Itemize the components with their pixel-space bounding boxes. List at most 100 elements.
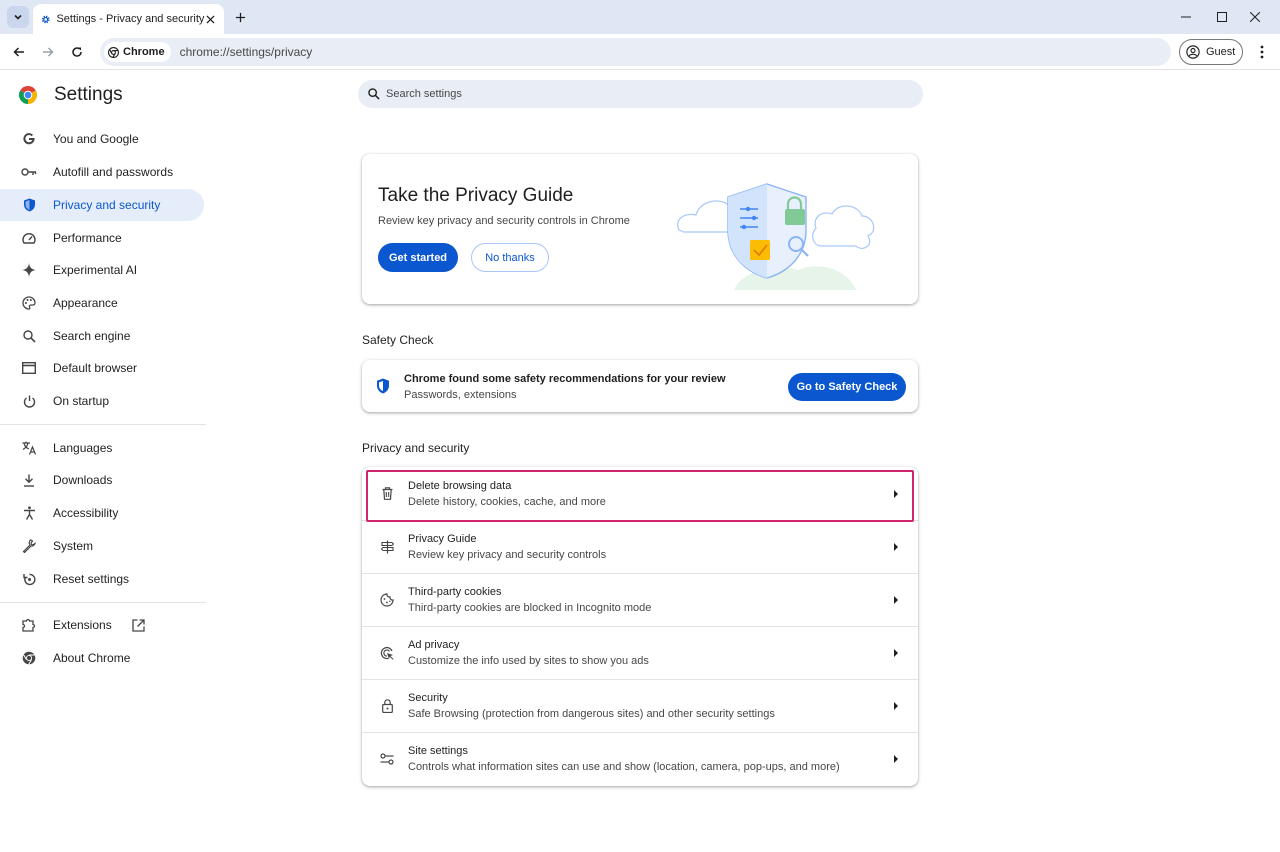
minimize-icon <box>1181 16 1191 18</box>
site-settings-row[interactable]: Site settings Controls what information … <box>362 732 918 785</box>
row-title: Third-party cookies <box>408 586 502 598</box>
ad-privacy-row[interactable]: Ad privacy Customize the info used by si… <box>362 626 918 679</box>
sidebar-item-label: Reset settings <box>53 572 130 586</box>
sidebar-item-label: Languages <box>53 441 113 455</box>
active-tab[interactable]: Settings - Privacy and security <box>33 4 224 34</box>
accessibility-icon <box>20 504 38 522</box>
sidebar-item-extensions[interactable]: Extensions <box>0 609 204 641</box>
ad-target-icon <box>379 645 395 661</box>
sidebar-item-downloads[interactable]: Downloads <box>0 464 204 496</box>
arrow-right-icon <box>894 755 898 763</box>
palette-icon <box>20 294 38 312</box>
safety-check-heading: Safety Check <box>362 333 434 347</box>
sidebar-item-privacy[interactable]: Privacy and security <box>0 189 204 221</box>
puzzle-icon <box>20 616 38 634</box>
chrome-icon <box>108 46 119 58</box>
safety-check-subtitle: Passwords, extensions <box>404 389 517 401</box>
profile-button[interactable]: Guest <box>1179 39 1243 65</box>
sidebar-item-languages[interactable]: Languages <box>0 432 204 464</box>
site-info-chip[interactable]: Chrome <box>104 42 171 62</box>
browser-window-icon <box>20 359 38 377</box>
sidebar-item-label: Privacy and security <box>53 198 161 212</box>
account-icon <box>1186 45 1200 59</box>
sidebar-divider <box>0 424 206 425</box>
arrow-right-icon <box>894 649 898 657</box>
reload-button[interactable] <box>66 41 88 63</box>
site-chip-label: Chrome <box>123 46 165 58</box>
reload-icon <box>72 47 82 57</box>
sidebar-item-performance[interactable]: Performance <box>0 222 204 254</box>
go-to-safety-check-button[interactable]: Go to Safety Check <box>788 373 906 401</box>
address-bar[interactable]: Chrome chrome://settings/privacy <box>100 38 1171 66</box>
minimize-button[interactable] <box>1174 5 1198 29</box>
sidebar-item-label: On startup <box>53 394 110 408</box>
sparkle-icon <box>20 261 38 279</box>
sidebar-divider <box>0 602 206 603</box>
window-close-button[interactable] <box>1243 5 1267 29</box>
open-in-new-icon <box>132 618 145 632</box>
row-title: Ad privacy <box>408 639 460 651</box>
sidebar-item-label: You and Google <box>53 132 139 146</box>
maximize-button[interactable] <box>1210 5 1234 29</box>
signpost-icon <box>379 539 395 555</box>
tab-close-button[interactable] <box>204 11 216 27</box>
settings-header: Settings <box>18 84 123 106</box>
google-g-icon <box>20 130 38 148</box>
no-thanks-button[interactable]: No thanks <box>471 243 549 272</box>
settings-search-box[interactable] <box>358 80 923 108</box>
key-icon <box>20 163 38 181</box>
download-icon <box>20 471 38 489</box>
sidebar-item-label: System <box>53 539 94 553</box>
close-icon <box>206 14 215 24</box>
sidebar-item-appearance[interactable]: Appearance <box>0 287 204 319</box>
sidebar-item-label: About Chrome <box>53 651 131 665</box>
wrench-icon <box>20 537 38 555</box>
sidebar-item-label: Search engine <box>53 329 131 343</box>
sidebar-item-system[interactable]: System <box>0 530 204 562</box>
search-input[interactable] <box>386 88 886 100</box>
tune-icon <box>379 751 395 767</box>
privacy-guide-row[interactable]: Privacy Guide Review key privacy and sec… <box>362 520 918 573</box>
sidebar-item-about-chrome[interactable]: About Chrome <box>0 642 204 674</box>
sidebar-item-you-and-google[interactable]: You and Google <box>0 123 204 155</box>
row-title: Privacy Guide <box>408 533 477 545</box>
sidebar-item-default-browser[interactable]: Default browser <box>0 352 204 384</box>
cookie-icon <box>379 592 395 608</box>
sidebar-item-autofill[interactable]: Autofill and passwords <box>0 156 204 188</box>
row-subtitle: Controls what information sites can use … <box>408 761 840 773</box>
tab-title: Settings - Privacy and security <box>56 13 205 25</box>
sidebar-item-label: Default browser <box>53 361 138 375</box>
tab-search-button[interactable] <box>7 6 29 28</box>
delete-browsing-data-row[interactable]: Delete browsing data Delete history, coo… <box>362 467 918 520</box>
title-bar: Settings - Privacy and security <box>0 0 1280 34</box>
row-subtitle: Customize the info used by sites to show… <box>408 655 649 667</box>
row-subtitle: Third-party cookies are blocked in Incog… <box>408 602 652 614</box>
search-icon <box>20 327 38 345</box>
sidebar-item-reset-settings[interactable]: Reset settings <box>0 563 204 595</box>
url-text[interactable]: chrome://settings/privacy <box>180 45 313 59</box>
get-started-button[interactable]: Get started <box>378 243 458 272</box>
new-tab-button[interactable] <box>230 7 250 27</box>
row-title: Security <box>408 692 448 704</box>
row-subtitle: Delete history, cookies, cache, and more <box>408 495 606 508</box>
sidebar-item-experimental-ai[interactable]: Experimental AI <box>0 254 204 286</box>
sidebar-item-label: Experimental AI <box>53 263 138 277</box>
forward-button[interactable] <box>37 41 59 63</box>
maximize-icon <box>1217 12 1227 22</box>
privacy-security-heading: Privacy and security <box>362 441 470 455</box>
translate-icon <box>20 439 38 457</box>
sidebar-item-label: Appearance <box>53 296 118 310</box>
sidebar-item-label: Performance <box>53 231 122 245</box>
sidebar-item-on-startup[interactable]: On startup <box>0 385 204 417</box>
security-row[interactable]: Security Safe Browsing (protection from … <box>362 679 918 732</box>
third-party-cookies-row[interactable]: Third-party cookies Third-party cookies … <box>362 573 918 626</box>
sidebar-item-label: Downloads <box>53 473 113 487</box>
sidebar-item-search-engine[interactable]: Search engine <box>0 320 204 352</box>
browser-menu-button[interactable] <box>1253 42 1271 62</box>
sidebar-item-accessibility[interactable]: Accessibility <box>0 497 204 529</box>
back-button[interactable] <box>8 41 30 63</box>
sidebar-item-label: Accessibility <box>53 506 119 520</box>
sidebar-item-label: Extensions <box>53 618 112 632</box>
gear-icon <box>41 15 50 23</box>
page-title: Settings <box>54 84 123 105</box>
